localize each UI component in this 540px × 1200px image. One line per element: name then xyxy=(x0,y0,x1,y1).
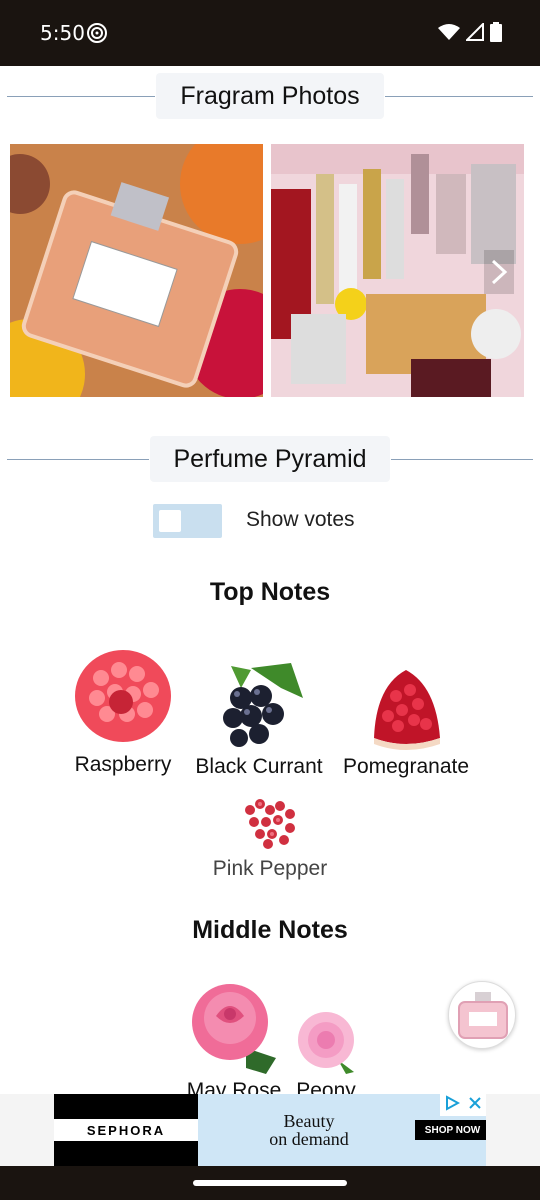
divider xyxy=(7,459,149,460)
peony-icon xyxy=(286,1010,366,1079)
ad-bar: SEPHORA Beauty on demand SHOP NOW xyxy=(0,1094,540,1166)
divider xyxy=(7,96,155,97)
note-pomegranate[interactable]: Pomegranate xyxy=(334,666,478,779)
show-votes-toggle[interactable] xyxy=(153,504,222,538)
hotspot-icon xyxy=(86,22,108,44)
perfume-bottle-icon xyxy=(458,992,508,1039)
perfume-photo-1[interactable] xyxy=(10,144,263,397)
photos-section-header: Fragram Photos xyxy=(0,73,540,119)
raspberry-icon xyxy=(64,644,182,753)
note-pink-pepper[interactable]: Pink Pepper xyxy=(200,796,340,881)
toggle-knob xyxy=(159,510,181,532)
rose-icon xyxy=(182,978,286,1079)
ad-brand-panel: SEPHORA xyxy=(54,1094,198,1166)
middle-notes-title: Middle Notes xyxy=(192,916,348,944)
show-votes-label: Show votes xyxy=(246,508,355,531)
ad-choices[interactable] xyxy=(440,1094,486,1116)
note-label: Pomegranate xyxy=(342,755,470,778)
pyramid-section-title: Perfume Pyramid xyxy=(150,436,390,482)
close-icon[interactable] xyxy=(468,1096,482,1115)
note-peony[interactable]: Peony xyxy=(286,1010,366,1094)
note-label: Black Currant xyxy=(195,755,323,778)
home-gesture-handle[interactable] xyxy=(193,1180,347,1186)
wifi-icon xyxy=(438,23,460,46)
black-currant-icon xyxy=(188,658,330,755)
pyramid-section-header: Perfume Pyramid xyxy=(0,436,540,482)
perfume-detail-content[interactable]: Fragram Photos Perfume Pyramid Show vote… xyxy=(0,66,540,1094)
divider xyxy=(385,96,533,97)
chevron-right-icon xyxy=(491,259,508,285)
pomegranate-icon xyxy=(334,666,478,755)
status-time: 5:50 xyxy=(40,21,85,45)
signal-icon xyxy=(464,21,484,46)
note-label: Pink Pepper xyxy=(212,857,328,880)
status-icons xyxy=(438,21,502,47)
pink-pepper-icon xyxy=(200,796,340,857)
status-bar: 5:50 xyxy=(0,0,540,66)
ad-headline-line2: on demand xyxy=(269,1129,349,1149)
note-raspberry[interactable]: Raspberry xyxy=(64,644,182,777)
top-notes-title: Top Notes xyxy=(209,578,331,606)
note-label: Raspberry xyxy=(74,753,172,776)
perfume-thumbnail-button[interactable] xyxy=(448,981,516,1049)
navigation-bar xyxy=(0,1166,540,1200)
carousel-next-button[interactable] xyxy=(484,250,514,294)
adchoices-icon[interactable] xyxy=(444,1094,461,1116)
ad-headline: Beauty on demand xyxy=(244,1112,374,1148)
sephora-ad-banner[interactable]: SEPHORA Beauty on demand SHOP NOW xyxy=(54,1094,486,1166)
ad-brand-logo: SEPHORA xyxy=(54,1119,198,1141)
note-may-rose[interactable]: May Rose xyxy=(182,978,286,1094)
battery-icon xyxy=(490,22,502,47)
divider xyxy=(391,459,533,460)
note-black-currant[interactable]: Black Currant xyxy=(188,658,330,779)
photos-section-title: Fragram Photos xyxy=(156,73,384,119)
ad-headline-line1: Beauty xyxy=(283,1111,335,1131)
note-label: Peony xyxy=(296,1079,356,1094)
ad-shop-now-button[interactable]: SHOP NOW xyxy=(415,1120,486,1140)
note-label: May Rose xyxy=(186,1079,282,1094)
